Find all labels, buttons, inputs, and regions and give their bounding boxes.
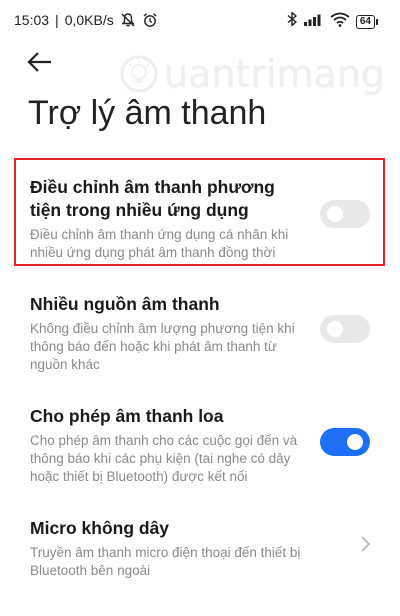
status-network-speed: 0,0KB/s xyxy=(64,12,114,28)
wifi-icon xyxy=(330,12,350,32)
toggle-multiple-sources[interactable] xyxy=(320,315,370,343)
status-right: 64 xyxy=(286,11,378,32)
setting-text: Điều chỉnh âm thanh phương tiện trong nh… xyxy=(30,176,310,262)
back-button[interactable] xyxy=(26,50,54,74)
toggle-media-volume-apps[interactable] xyxy=(320,200,370,228)
status-left: 15:03 | 0,0KB/s xyxy=(14,12,158,28)
status-separator: | xyxy=(55,12,59,28)
mute-notifications-icon xyxy=(120,12,136,28)
setting-row-media-volume-apps[interactable]: Điều chỉnh âm thanh phương tiện trong nh… xyxy=(0,172,400,262)
setting-title: Nhiều nguồn âm thanh xyxy=(30,294,220,314)
battery-level: 64 xyxy=(355,14,375,29)
alarm-icon xyxy=(142,12,158,28)
setting-row-wireless-mic[interactable]: Micro không dây Truyền âm thanh micro đi… xyxy=(0,515,400,585)
status-bar: 15:03 | 0,0KB/s 64 xyxy=(0,0,400,40)
setting-row-speaker-sound[interactable]: Cho phép âm thanh loa Cho phép âm thanh … xyxy=(0,402,400,502)
toggle-knob xyxy=(327,321,343,337)
setting-text: Nhiều nguồn âm thanh Không điều chỉnh âm… xyxy=(30,293,310,374)
setting-description: Điều chỉnh âm thanh ứng dụng cá nhân khi… xyxy=(30,227,289,260)
page-title: Trợ lý âm thanh xyxy=(28,94,267,132)
chevron-right-icon[interactable] xyxy=(359,535,371,553)
setting-description: Truyền âm thanh micro điện thoại đến thi… xyxy=(30,545,301,578)
setting-title: Cho phép âm thanh loa xyxy=(30,406,224,426)
battery-cap xyxy=(376,18,378,25)
bluetooth-icon xyxy=(286,11,298,32)
battery-icon: 64 xyxy=(355,14,378,29)
setting-text: Micro không dây Truyền âm thanh micro đi… xyxy=(30,517,310,580)
setting-row-multiple-sources[interactable]: Nhiều nguồn âm thanh Không điều chỉnh âm… xyxy=(0,290,400,390)
toggle-speaker-sound[interactable] xyxy=(320,428,370,456)
status-time: 15:03 xyxy=(14,12,50,28)
toggle-knob xyxy=(347,434,363,450)
watermark-logo-icon xyxy=(120,55,158,93)
setting-title: Micro không dây xyxy=(30,518,170,538)
setting-title: Điều chỉnh âm thanh phương tiện trong nh… xyxy=(30,177,275,220)
arrow-left-icon xyxy=(27,52,51,72)
watermark: uantrimang xyxy=(118,52,385,96)
setting-description: Không điều chỉnh âm lượng phương tiện kh… xyxy=(30,321,295,372)
watermark-text: uantrimang xyxy=(164,52,386,96)
signal-icon xyxy=(303,12,324,31)
toggle-knob xyxy=(327,206,343,222)
setting-text: Cho phép âm thanh loa Cho phép âm thanh … xyxy=(30,405,310,486)
setting-description: Cho phép âm thanh cho các cuộc gọi đến v… xyxy=(30,433,298,484)
